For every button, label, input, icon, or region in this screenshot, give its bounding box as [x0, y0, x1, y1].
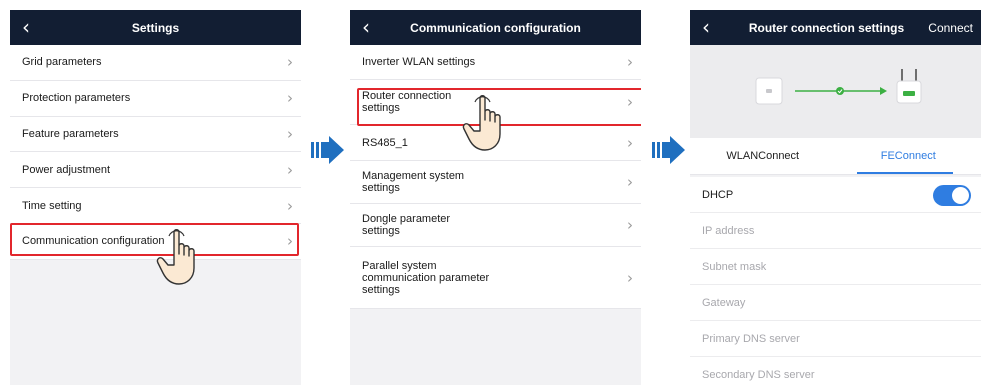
gateway-field[interactable]: Gateway: [690, 285, 981, 321]
router-connection-settings-screen: ‹ Router connection settings Connect WLA…: [690, 10, 981, 385]
settings-item-grid-parameters[interactable]: Grid parameters ›: [10, 45, 301, 81]
comm-item-parallel-system-settings[interactable]: Parallel system communication parameter …: [350, 247, 641, 309]
field-label: Primary DNS server: [702, 332, 800, 345]
item-label: Protection parameters: [22, 92, 131, 105]
page-title: Settings: [131, 20, 180, 35]
item-label: Power adjustment: [22, 163, 111, 176]
field-label: Secondary DNS server: [702, 368, 815, 381]
flow-arrow-icon: [311, 136, 344, 164]
settings-screen: ‹ Settings Grid parameters › Protection …: [10, 10, 301, 385]
active-tab-indicator: [857, 172, 953, 174]
dhcp-toggle[interactable]: [933, 185, 971, 206]
chevron-right-icon: ›: [627, 173, 633, 191]
back-chevron-icon[interactable]: ‹: [22, 16, 30, 38]
page-title: Router connection settings: [748, 20, 905, 35]
flow-arrow-icon: [652, 136, 685, 164]
tap-hand-icon: [156, 229, 195, 285]
chevron-right-icon: ›: [627, 53, 633, 71]
back-chevron-icon[interactable]: ‹: [362, 16, 370, 38]
header: ‹ Settings: [10, 10, 301, 45]
field-label: IP address: [702, 224, 755, 237]
settings-item-feature-parameters[interactable]: Feature parameters ›: [10, 117, 301, 153]
item-label: Time setting: [22, 199, 82, 212]
chevron-right-icon: ›: [287, 160, 293, 179]
header: ‹ Router connection settings Connect: [690, 10, 981, 45]
connection-diagram: [755, 69, 922, 105]
settings-item-power-adjustment[interactable]: Power adjustment ›: [10, 152, 301, 189]
communication-configuration-screen: ‹ Communication configuration Inverter W…: [350, 10, 641, 385]
settings-item-protection-parameters[interactable]: Protection parameters ›: [10, 81, 301, 117]
subnet-mask-field[interactable]: Subnet mask: [690, 249, 981, 285]
page-title: Communication configuration: [410, 20, 581, 35]
stage: ‹ Settings Grid parameters › Protection …: [0, 0, 986, 385]
chevron-right-icon: ›: [627, 268, 633, 287]
item-label: RS485_1: [362, 136, 408, 149]
dhcp-row: DHCP: [690, 177, 981, 213]
item-label: Parallel system communication parameter …: [362, 259, 490, 296]
tab-feconnect[interactable]: FEConnect: [836, 138, 982, 174]
item-label: Feature parameters: [22, 127, 119, 140]
connection-tabs: WLANConnect FEConnect: [690, 138, 981, 175]
tap-hand-icon: [462, 95, 501, 151]
secondary-dns-field[interactable]: Secondary DNS server: [690, 357, 981, 385]
inverter-icon: [755, 77, 783, 105]
toggle-knob: [952, 187, 969, 204]
item-label: Grid parameters: [22, 56, 102, 69]
chevron-right-icon: ›: [287, 53, 293, 72]
connection-illustration: [690, 45, 981, 138]
chevron-right-icon: ›: [627, 216, 633, 234]
connection-check-icon: [836, 87, 844, 95]
dhcp-label: DHCP: [702, 188, 734, 201]
communication-list: Inverter WLAN settings › Router connecti…: [350, 45, 641, 309]
ip-address-field[interactable]: IP address: [690, 213, 981, 249]
connection-arrow-head: [880, 87, 887, 95]
chevron-right-icon: ›: [627, 133, 633, 152]
item-label: Inverter WLAN settings: [362, 56, 476, 68]
comm-item-management-system-settings[interactable]: Management system settings ›: [350, 161, 641, 204]
highlight-box: [10, 223, 299, 256]
chevron-right-icon: ›: [287, 89, 293, 108]
primary-dns-field[interactable]: Primary DNS server: [690, 321, 981, 357]
tab-wlanconnect[interactable]: WLANConnect: [690, 138, 836, 174]
settings-item-time-setting[interactable]: Time setting ›: [10, 188, 301, 224]
connect-button[interactable]: Connect: [928, 21, 973, 35]
comm-item-inverter-wlan-settings[interactable]: Inverter WLAN settings ›: [350, 45, 641, 80]
item-label: Management system settings: [362, 170, 465, 194]
header: ‹ Communication configuration: [350, 10, 641, 45]
chevron-right-icon: ›: [287, 196, 293, 215]
field-label: Subnet mask: [702, 260, 767, 273]
back-chevron-icon[interactable]: ‹: [702, 16, 710, 38]
chevron-right-icon: ›: [287, 124, 293, 143]
field-label: Gateway: [702, 296, 746, 309]
comm-item-dongle-parameter-settings[interactable]: Dongle parameter settings ›: [350, 204, 641, 247]
router-icon: [896, 69, 922, 104]
item-label: Dongle parameter settings: [362, 213, 451, 237]
